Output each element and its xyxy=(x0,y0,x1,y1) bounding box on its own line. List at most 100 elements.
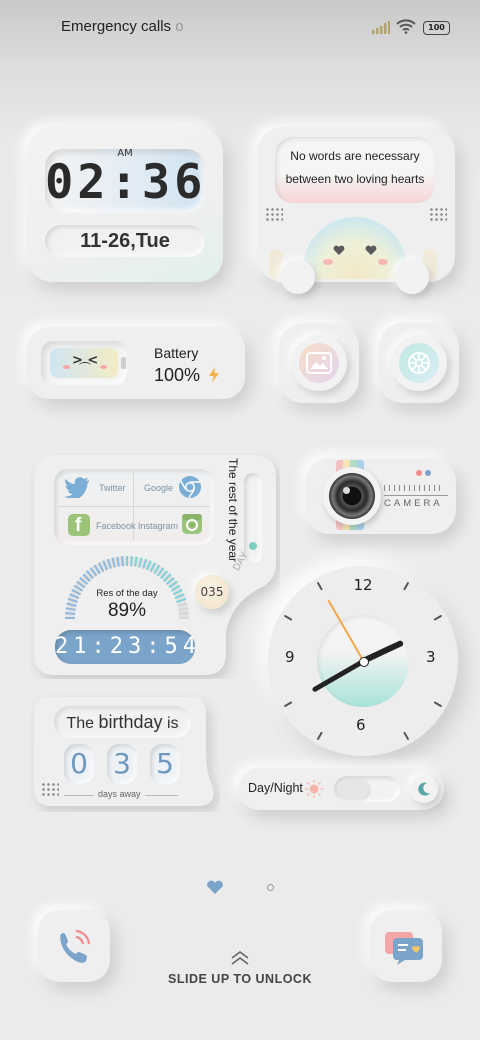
birthday-digit-1: 0 xyxy=(64,744,94,784)
rainbow-face xyxy=(303,217,407,279)
clock-tick xyxy=(433,701,443,708)
camera-lens-icon xyxy=(329,473,375,519)
lens-glare xyxy=(343,487,350,494)
clock-tick xyxy=(403,731,410,741)
paw-right xyxy=(395,260,429,294)
clock-tick xyxy=(433,614,443,621)
moon-icon xyxy=(418,782,430,796)
year-rest-label: The rest of the year xyxy=(226,458,240,563)
analog-clock[interactable]: 12 3 6 9 xyxy=(268,566,458,756)
love-quote-line2: between two loving hearts xyxy=(285,172,425,186)
blush-right xyxy=(378,259,388,265)
lightning-icon xyxy=(209,367,219,383)
birthday-dots xyxy=(41,782,59,798)
gallery-icon xyxy=(306,352,332,374)
instagram-icon xyxy=(182,514,202,534)
chrome-icon xyxy=(179,476,201,498)
birthday-label-the: The xyxy=(66,715,95,732)
battery-face-fill: > < xyxy=(50,348,118,378)
gauge-tick xyxy=(130,556,133,567)
twitter-icon xyxy=(64,477,89,498)
instagram-app[interactable]: Instagram xyxy=(134,507,214,545)
battery-label: Battery xyxy=(154,345,199,361)
birthday-footer: days away xyxy=(94,789,145,799)
google-label: Google xyxy=(144,483,174,493)
sun-icon xyxy=(305,780,323,798)
battery-widget[interactable]: > < Battery 100% xyxy=(27,327,245,399)
gallery-app[interactable] xyxy=(279,323,359,403)
camera-lens-ring xyxy=(323,467,381,525)
clock-tick xyxy=(283,701,293,708)
chevron-up-icon xyxy=(231,951,249,965)
messages-app[interactable] xyxy=(370,910,442,982)
wifi-icon xyxy=(396,19,416,34)
dots-decoration-right xyxy=(429,207,447,223)
gauge-percent: 89% xyxy=(107,600,147,621)
facebook-f-glyph: f xyxy=(75,515,82,536)
camera-dot-blue xyxy=(425,470,431,476)
love-quote-line1: No words are necessary xyxy=(290,149,420,163)
social-apps-grid: Twitter Google f Facebook Instagram xyxy=(54,469,214,545)
clock-tick xyxy=(316,731,323,741)
dots-decoration-left xyxy=(265,207,283,223)
battery-tip xyxy=(121,357,126,369)
day-count-badge: 035 xyxy=(195,575,229,609)
heart-eye-left-icon xyxy=(333,245,345,255)
page-indicator-heart-icon[interactable] xyxy=(206,880,224,895)
heart-eye-right-icon xyxy=(365,245,377,255)
instagram-label: Instagram xyxy=(138,521,179,531)
status-carrier-text: Emergency calls o xyxy=(61,18,184,35)
clock-number-3: 3 xyxy=(426,648,436,666)
battery-percent: 100% xyxy=(154,365,201,385)
daynight-label: Day/Night xyxy=(248,781,303,795)
messages-icon xyxy=(385,932,423,965)
facebook-label: Facebook xyxy=(96,521,136,531)
love-quote-bubble: No words are necessary between two lovin… xyxy=(275,137,435,203)
clock-display: AM 02:36 xyxy=(45,148,207,213)
battery-icon: 100 xyxy=(423,21,450,35)
camera-label: CAMERA xyxy=(384,498,443,509)
face-blush-right xyxy=(100,365,107,369)
facebook-app[interactable]: f Facebook xyxy=(54,507,136,545)
twitter-app[interactable]: Twitter xyxy=(54,469,133,506)
paw-left xyxy=(281,260,315,294)
toggle-knob xyxy=(337,779,369,799)
daynight-widget[interactable]: Day/Night xyxy=(238,768,444,810)
clock-tick xyxy=(403,581,410,591)
facebook-icon: f xyxy=(68,514,90,536)
birthday-label: The birthday is xyxy=(54,706,191,738)
camera-ruler-line xyxy=(384,495,448,496)
clock-tick xyxy=(316,581,323,591)
camera-dot-red xyxy=(416,470,422,476)
birthday-digit-3: 5 xyxy=(150,744,180,784)
settings-app[interactable] xyxy=(379,323,459,403)
clock-number-12: 12 xyxy=(353,576,373,594)
phone-app[interactable] xyxy=(38,910,110,982)
moon-button[interactable] xyxy=(410,775,438,803)
year-progress-track xyxy=(244,473,262,563)
love-widget[interactable]: No words are necessary between two lovin… xyxy=(257,127,455,294)
twitter-label: Twitter xyxy=(99,483,126,493)
birthday-label-is: is xyxy=(166,715,179,732)
slide-to-unlock[interactable]: SLIDE UP TO UNLOCK xyxy=(140,972,340,986)
gauge-tick xyxy=(121,556,124,567)
blush-left xyxy=(323,259,333,265)
google-app[interactable]: Google xyxy=(134,469,214,506)
clock-number-6: 6 xyxy=(356,716,366,734)
clock-date: 11-26,Tue xyxy=(45,225,205,257)
clock-time: 02:36 xyxy=(45,155,207,210)
digital-clock: 21:23:54 xyxy=(55,630,196,664)
birthday-digit-2: 3 xyxy=(107,744,137,784)
settings-wheel-icon xyxy=(408,352,430,374)
daynight-toggle[interactable] xyxy=(334,776,400,802)
gauge-label: Res of the day xyxy=(96,588,158,599)
clock-number-9: 9 xyxy=(285,648,295,666)
signal-icon xyxy=(372,21,390,34)
year-progress-knob xyxy=(249,542,257,550)
clock-widget[interactable]: AM 02:36 11-26,Tue xyxy=(27,127,223,282)
clock-tick xyxy=(283,614,293,621)
birthday-label-birthday: birthday xyxy=(98,712,163,732)
page-indicator-dot[interactable] xyxy=(267,884,274,891)
battery-face-frame: > < xyxy=(41,341,127,385)
camera-widget[interactable]: CAMERA xyxy=(306,458,456,534)
